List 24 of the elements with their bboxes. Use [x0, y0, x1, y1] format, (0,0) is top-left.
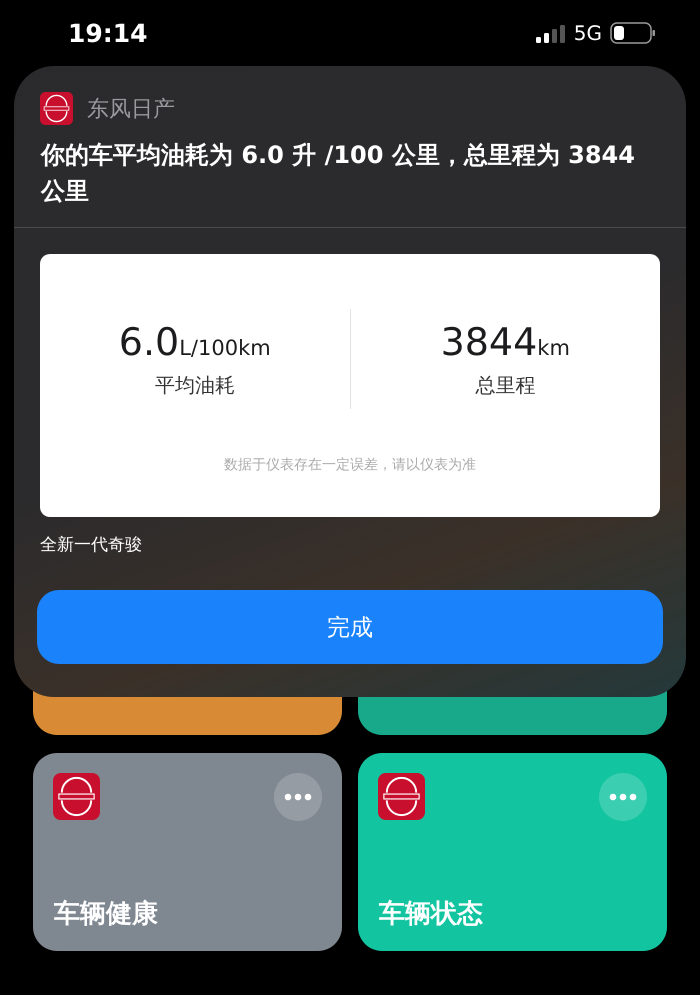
done-button[interactable]: 完成 — [37, 590, 663, 664]
message-text: 你的车平均油耗为 6.0 升 /100 公里，总里程为 3844 公里 — [39, 140, 636, 207]
vehicle-name: 全新一代奇骏 — [39, 534, 143, 556]
battery-icon — [610, 22, 656, 44]
shortcut-tile[interactable]: 车辆健康 — [33, 753, 342, 951]
tile-title: 车辆状态 — [378, 898, 484, 931]
network-label: 5G — [574, 21, 602, 45]
stat-label: 总里程 — [475, 372, 536, 398]
disclaimer-text: 数据于仪表存在一定误差，请以仪表为准 — [223, 456, 477, 474]
shortcut-tile[interactable]: 车辆状态 — [358, 753, 667, 951]
app-name: 东风日产 — [87, 96, 175, 124]
more-button[interactable] — [599, 773, 647, 821]
stat-value: 6.0L/100km — [118, 320, 271, 364]
more-button[interactable] — [274, 773, 322, 821]
app-logo-icon — [40, 92, 73, 125]
signal-icon — [536, 23, 566, 43]
app-logo-icon — [53, 773, 100, 820]
status-time: 19:14 — [68, 18, 149, 48]
stat-label: 平均油耗 — [154, 372, 235, 398]
tile-title: 车辆健康 — [53, 898, 159, 931]
more-icon — [609, 793, 637, 801]
more-icon — [284, 793, 312, 801]
stat-value: 3844km — [440, 320, 570, 364]
app-logo-icon — [378, 773, 425, 820]
